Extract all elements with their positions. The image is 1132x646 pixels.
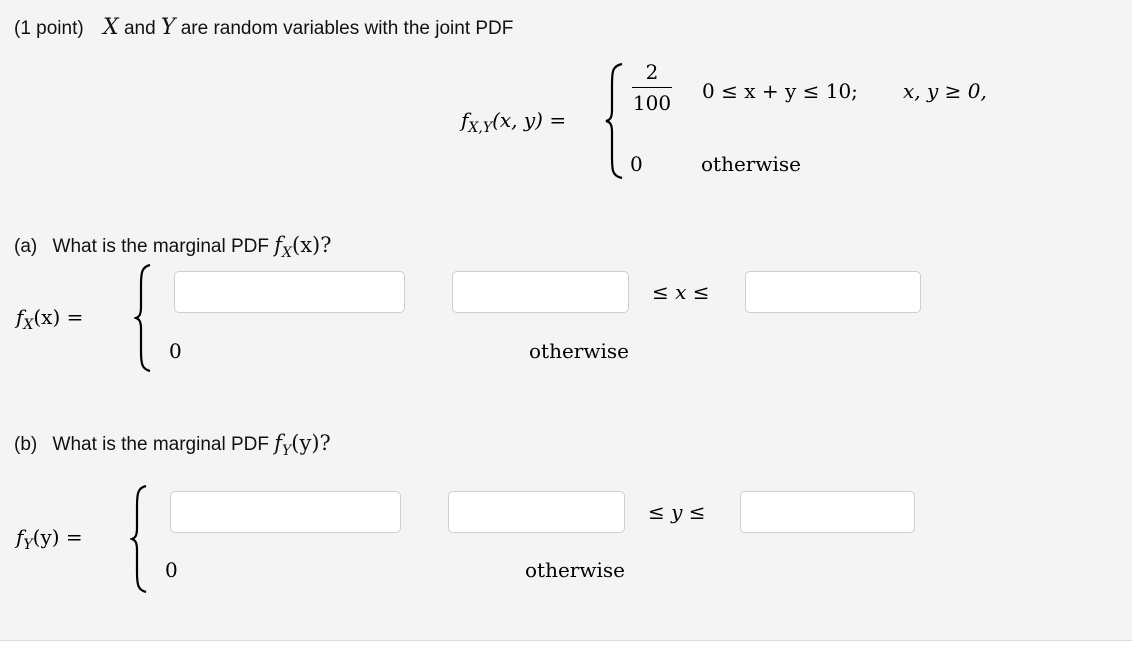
- intro-text: are random variables with the joint PDF: [180, 18, 514, 39]
- case2-condition: otherwise: [701, 152, 801, 176]
- part-b-lower-bound-input[interactable]: [448, 491, 625, 533]
- args: (y)?: [291, 431, 331, 455]
- part-a-lower-bound-input[interactable]: [452, 271, 629, 313]
- denominator: 100: [632, 91, 672, 115]
- part-b-question: (b) What is the marginal PDF fY(y)?: [14, 431, 331, 459]
- joint-pdf-lhs: fX,Y(x, y) =: [461, 108, 567, 136]
- part-a-inequality: ≤ x ≤: [652, 280, 710, 304]
- case1-condition-2: x, y ≥ 0,: [903, 79, 987, 103]
- part-a-question: (a) What is the marginal PDF fX(x)?: [14, 233, 332, 261]
- part-b-inequality: ≤ y ≤: [648, 500, 706, 524]
- part-a-zero: 0: [169, 339, 182, 363]
- subscript: X: [282, 245, 293, 261]
- part-b-pdf-input[interactable]: [170, 491, 401, 533]
- and-text: and: [123, 18, 156, 39]
- part-b-label: (b): [14, 434, 38, 455]
- args: (y) =: [32, 525, 83, 549]
- part-b-upper-bound-input[interactable]: [740, 491, 915, 533]
- args: (x) =: [33, 305, 84, 329]
- points-label: (1 point): [14, 18, 84, 39]
- subscript: X: [23, 317, 34, 333]
- case2-value: 0: [630, 152, 643, 176]
- var-x: X: [102, 15, 119, 40]
- part-a-lhs: fX(x) =: [16, 305, 84, 333]
- question-text: What is the marginal PDF: [52, 236, 269, 257]
- question-text: What is the marginal PDF: [52, 434, 269, 455]
- f-symbol: f: [274, 233, 283, 257]
- fraction: 2 100: [632, 60, 672, 115]
- left-brace-icon: [605, 62, 623, 180]
- problem-intro: (1 point) X and Y are random variables w…: [14, 15, 513, 40]
- case1-condition: 0 ≤ x + y ≤ 10;: [702, 79, 858, 103]
- subscript: Y: [282, 443, 292, 459]
- problem-panel: (1 point) X and Y are random variables w…: [0, 0, 1132, 641]
- subscript: Y: [23, 537, 33, 553]
- part-a-otherwise: otherwise: [529, 339, 629, 363]
- part-b-otherwise: otherwise: [525, 558, 625, 582]
- part-a-label: (a): [14, 236, 38, 257]
- var-y: Y: [160, 15, 176, 40]
- f-symbol: f: [274, 431, 283, 455]
- args: (x)?: [292, 233, 332, 257]
- subscript: X,Y: [468, 120, 493, 136]
- left-brace-icon: [134, 263, 151, 373]
- args: (x, y) =: [492, 108, 567, 132]
- numerator: 2: [645, 60, 659, 84]
- left-brace-icon: [130, 484, 147, 594]
- part-b-lhs: fY(y) =: [16, 525, 83, 553]
- part-b-zero: 0: [165, 558, 178, 582]
- part-a-pdf-input[interactable]: [174, 271, 405, 313]
- part-a-upper-bound-input[interactable]: [745, 271, 921, 313]
